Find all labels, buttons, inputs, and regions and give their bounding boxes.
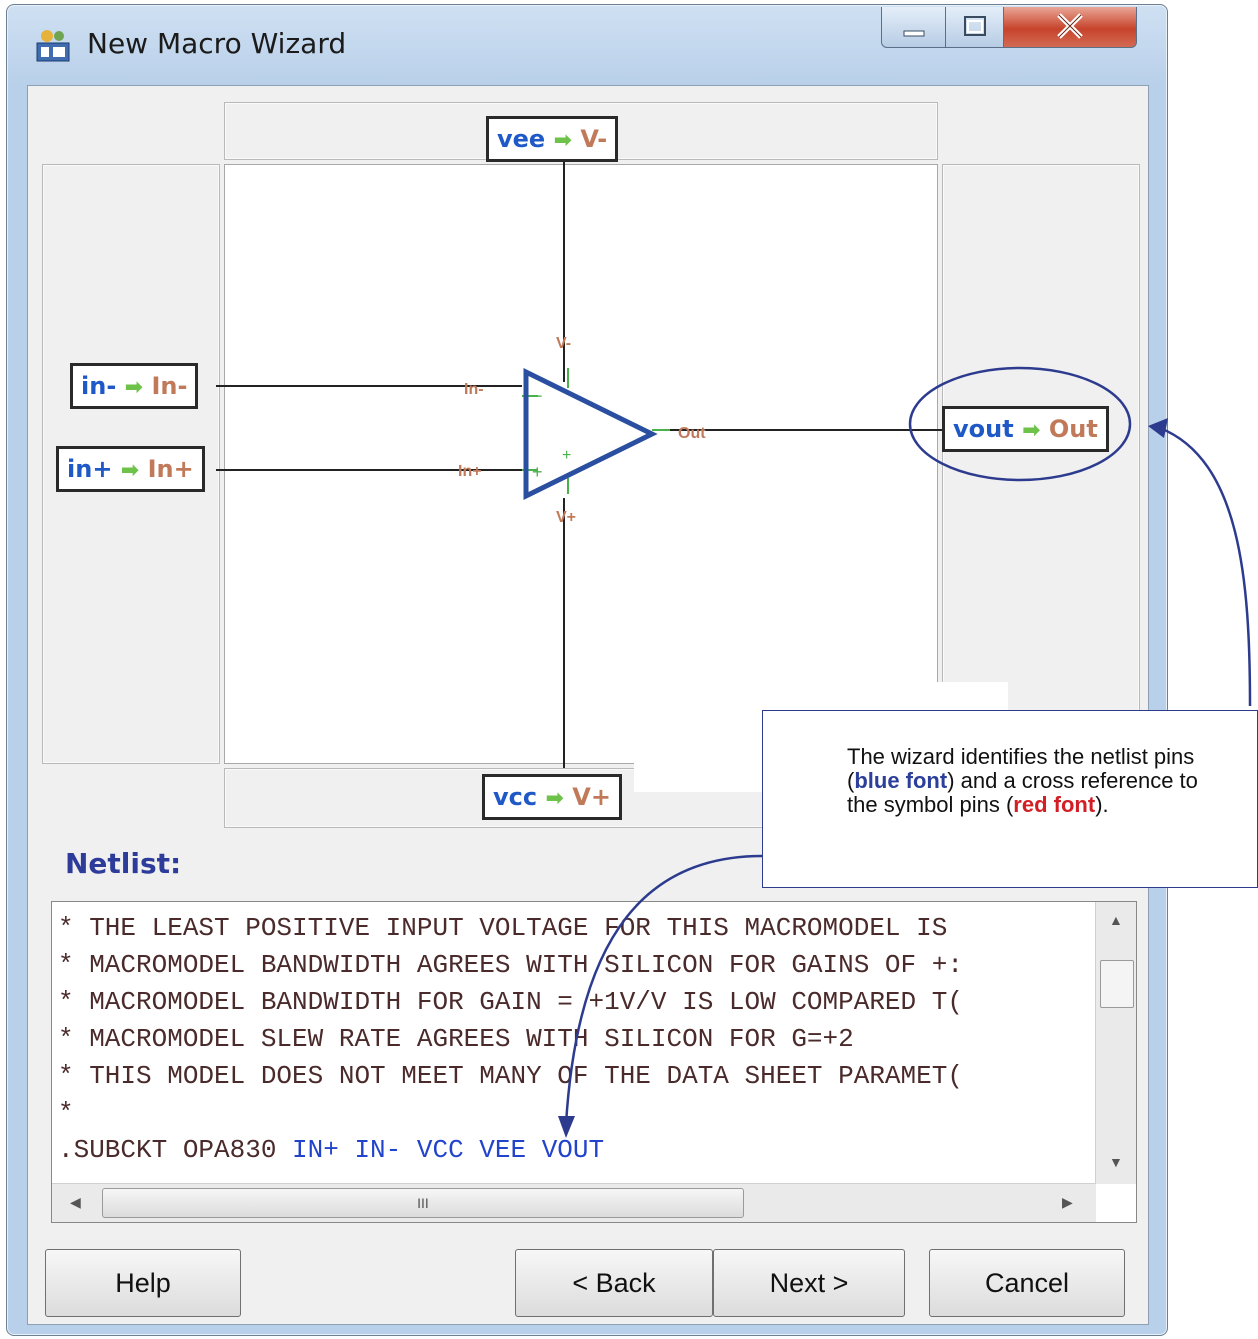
callout-arrow-to-vout bbox=[1159, 426, 1252, 707]
arrowhead-subckt bbox=[558, 1116, 575, 1138]
vout-highlight-ellipse bbox=[908, 366, 1132, 482]
annotation-arrows bbox=[558, 366, 1252, 1138]
arrowhead-vout bbox=[1148, 418, 1168, 438]
callout-arrow-to-subckt bbox=[564, 854, 763, 1125]
